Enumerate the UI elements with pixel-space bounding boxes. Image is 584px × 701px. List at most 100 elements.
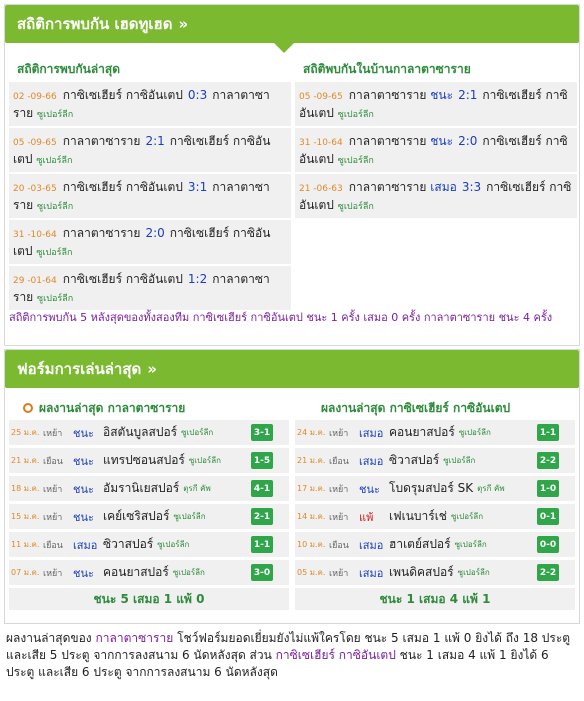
home-team[interactable]: กาลาตาซาราย: [349, 134, 427, 148]
match-venue: เหย้า: [43, 428, 63, 439]
league-label: ซูเปอร์ลีก: [37, 202, 74, 212]
home-team[interactable]: กาซิเซเฮียร์ กาซิอันเตป: [63, 180, 183, 194]
match-date: 25 ม.ค.: [11, 428, 40, 437]
home-team[interactable]: กาซิเซเฮียร์ กาซิอันเตป: [63, 88, 183, 102]
form-match-row[interactable]: 10 ม.ค. เยือน เสมอ ฮาเตย์สปอร์ ซูเปอร์ลีก 0-0: [295, 532, 575, 557]
opponent-team[interactable]: คอนยาสปอร์: [389, 423, 455, 442]
form-right-column: ผลงานล่าสุด กาซิเซเฮียร์ กาซิอันเตป 24 ม…: [295, 396, 575, 610]
h2h-home-match-row[interactable]: 05 -09-65 กาลาตาซาราย ชนะ 2:1 กาซิเซเฮียร์ …: [295, 82, 577, 126]
form-right-title-row: ผลงานล่าสุด กาซิเซเฮียร์ กาซิอันเตป: [295, 396, 575, 420]
h2h-title: สถิติการพบกัน เฮดทูเฮด: [17, 15, 173, 33]
opponent-team[interactable]: แทรปซอนสปอร์: [103, 451, 185, 470]
match-result: ชนะ: [359, 482, 380, 496]
form-match-row[interactable]: 21 ม.ค. เยือน เสมอ ซิวาสปอร์ ซูเปอร์ลีก 2-2: [295, 448, 575, 473]
form-match-row[interactable]: 25 ม.ค. เหย้า ชนะ อิสตันบูลสปอร์ ซูเปอร์ลีก 3…: [9, 420, 289, 445]
match-venue: เยือน: [43, 456, 63, 467]
match-result: เสมอ: [359, 538, 384, 552]
match-date: 21 -06-63: [299, 184, 343, 194]
footer-team-2[interactable]: กาซิเซเฮียร์ กาซิอันเตป: [276, 648, 396, 662]
opponent-team[interactable]: ซิวาสปอร์: [103, 535, 153, 554]
home-team[interactable]: กาลาตาซาราย: [349, 180, 427, 194]
form-match-row[interactable]: 18 ม.ค. เหย้า ชนะ อัมรานิเยสปอร์ ตุรกี คัพ 4-…: [9, 476, 289, 501]
score-badge: 0-1: [537, 508, 559, 525]
match-result: เสมอ: [359, 426, 384, 440]
h2h-summary: สถิติการพบกัน 5 หลังสุดของทั้งสองทีม กาซ…: [9, 311, 553, 324]
h2h-header[interactable]: สถิติการพบกัน เฮดทูเฮด »: [5, 5, 579, 53]
form-match-row[interactable]: 11 ม.ค. เยือน เสมอ ซิวาสปอร์ ซูเปอร์ลีก 1-1: [9, 532, 289, 557]
score-badge: 0-0: [537, 536, 559, 553]
h2h-match-row[interactable]: 20 -03-65 กาซิเซเฮียร์ กาซิอันเตป 3:1 กาลาต…: [9, 174, 291, 218]
match-score: 3:1: [187, 180, 208, 194]
form-header[interactable]: ฟอร์มการเล่นล่าสุด »: [5, 350, 579, 388]
opponent-team[interactable]: โบดรุมสปอร์ SK: [389, 479, 473, 498]
opponent-team[interactable]: ฮาเตย์สปอร์: [389, 535, 451, 554]
league-label: ซูเปอร์ลีก: [450, 512, 484, 521]
h2h-home-match-row[interactable]: 21 -06-63 กาลาตาซาราย เสมอ 3:3 กาซิเซเฮียร์…: [295, 174, 577, 218]
match-score: 1:2: [187, 272, 208, 286]
h2h-home-match-row[interactable]: 31 -10-64 กาลาตาซาราย ชนะ 2:0 กาซิเซเฮียร์ …: [295, 128, 577, 172]
footer-part-1: ผลงานล่าสุดของ: [6, 631, 92, 645]
match-date: 15 ม.ค.: [11, 512, 40, 521]
h2h-home-title: สถิติพบกันในบ้านกาลาตาซาราย: [303, 62, 471, 76]
match-venue: เยือน: [43, 540, 63, 551]
opponent-team[interactable]: เคย์เซริสปอร์: [103, 507, 169, 526]
match-result: เสมอ: [73, 538, 98, 552]
home-team[interactable]: กาซิเซเฮียร์ กาซิอันเตป: [63, 272, 183, 286]
team-logo-icon: [23, 403, 33, 413]
score-badge: 1-1: [537, 424, 559, 441]
form-right-summary: ชนะ 1 เสมอ 4 แพ้ 1: [295, 588, 575, 610]
score-badge: 1-0: [537, 480, 559, 497]
match-score: 2:0: [145, 226, 165, 240]
form-match-row[interactable]: 07 ม.ค. เหย้า ชนะ คอนยาสปอร์ ซูเปอร์ลีก 3-0: [9, 560, 289, 585]
h2h-match-row[interactable]: 29 -01-64 กาซิเซเฮียร์ กาซิอันเตป 1:2 กาลาต…: [9, 266, 291, 310]
opponent-team[interactable]: ซิวาสปอร์: [389, 451, 439, 470]
match-result: เสมอ: [359, 566, 384, 580]
form-match-row[interactable]: 21 ม.ค. เยือน ชนะ แทรปซอนสปอร์ ซูเปอร์ลีก 1-5: [9, 448, 289, 473]
form-left-title-row: ผลงานล่าสุด กาลาตาซาราย: [9, 396, 289, 420]
match-date: 17 ม.ค.: [297, 484, 326, 493]
opponent-team[interactable]: อัมรานิเยสปอร์: [103, 479, 179, 498]
form-left-summary: ชนะ 5 เสมอ 1 แพ้ 0: [9, 588, 289, 610]
form-match-row[interactable]: 24 ม.ค. เหย้า เสมอ คอนยาสปอร์ ซูเปอร์ลีก 1-1: [295, 420, 575, 445]
score-badge: 1-5: [251, 452, 273, 469]
match-date: 31 -10-64: [13, 230, 57, 240]
form-match-row[interactable]: 14 ม.ค. เหย้า แพ้ เฟเนบาร์เช่ ซูเปอร์ลีก 0-1: [295, 504, 575, 529]
match-venue: เหย้า: [43, 512, 63, 523]
match-date: 31 -10-64: [299, 138, 343, 148]
league-label: ซูเปอร์ลีก: [37, 110, 74, 120]
opponent-team[interactable]: คอนยาสปอร์: [103, 563, 169, 582]
opponent-team[interactable]: เพนดิคสปอร์: [389, 563, 454, 582]
header-notch: [274, 43, 294, 53]
match-date: 21 ม.ค.: [11, 456, 40, 465]
footer-team-1[interactable]: กาลาตาซาราย: [96, 631, 174, 645]
opponent-team[interactable]: อิสตันบูลสปอร์: [103, 423, 177, 442]
form-match-row[interactable]: 17 ม.ค. เหย้า ชนะ โบดรุมสปอร์ SK ตุรกี คัพ 1-…: [295, 476, 575, 501]
match-date: 18 ม.ค.: [11, 484, 40, 493]
h2h-match-row[interactable]: 05 -09-65 กาลาตาซาราย 2:1 กาซิเซเฮียร์ กาซิ…: [9, 128, 291, 172]
form-right-title: ผลงานล่าสุด กาซิเซเฮียร์ กาซิอันเตป: [321, 400, 511, 415]
match-date: 24 ม.ค.: [297, 428, 326, 437]
opponent-team[interactable]: เฟเนบาร์เช่: [389, 507, 447, 526]
league-label: ซูเปอร์ลีก: [37, 294, 74, 304]
match-result: ชนะ: [430, 134, 454, 148]
match-date: 14 ม.ค.: [297, 512, 326, 521]
home-team[interactable]: กาลาตาซาราย: [349, 88, 427, 102]
match-date: 20 -03-65: [13, 184, 57, 194]
match-result: เสมอ: [359, 454, 384, 468]
home-team[interactable]: กาลาตาซาราย: [63, 134, 141, 148]
home-team[interactable]: กาลาตาซาราย: [63, 226, 141, 240]
form-match-row[interactable]: 15 ม.ค. เหย้า ชนะ เคย์เซริสปอร์ ซูเปอร์ลีก 2-…: [9, 504, 289, 529]
match-date: 07 ม.ค.: [11, 568, 40, 577]
score-badge: 3-0: [251, 564, 273, 581]
league-label: ซูเปอร์ลีก: [458, 428, 491, 437]
h2h-section: สถิติการพบกัน เฮดทูเฮด » สถิติการพบกันล่…: [4, 4, 580, 346]
h2h-match-row[interactable]: 02 -09-66 กาซิเซเฮียร์ กาซิอันเตป 0:3 กาลาต…: [9, 82, 291, 126]
match-result: ชนะ: [430, 88, 454, 102]
league-label: ซูเปอร์ลีก: [454, 540, 487, 549]
form-match-row[interactable]: 05 ม.ค. เหย้า เสมอ เพนดิคสปอร์ ซูเปอร์ลีก 2-2: [295, 560, 575, 585]
match-venue: เหย้า: [329, 512, 349, 523]
match-result: ชนะ: [73, 454, 94, 468]
h2h-match-row[interactable]: 31 -10-64 กาลาตาซาราย 2:0 กาซิเซเฮียร์ กาซิ…: [9, 220, 291, 264]
score-badge: 1-1: [251, 536, 273, 553]
score-badge: 2-2: [537, 564, 559, 581]
